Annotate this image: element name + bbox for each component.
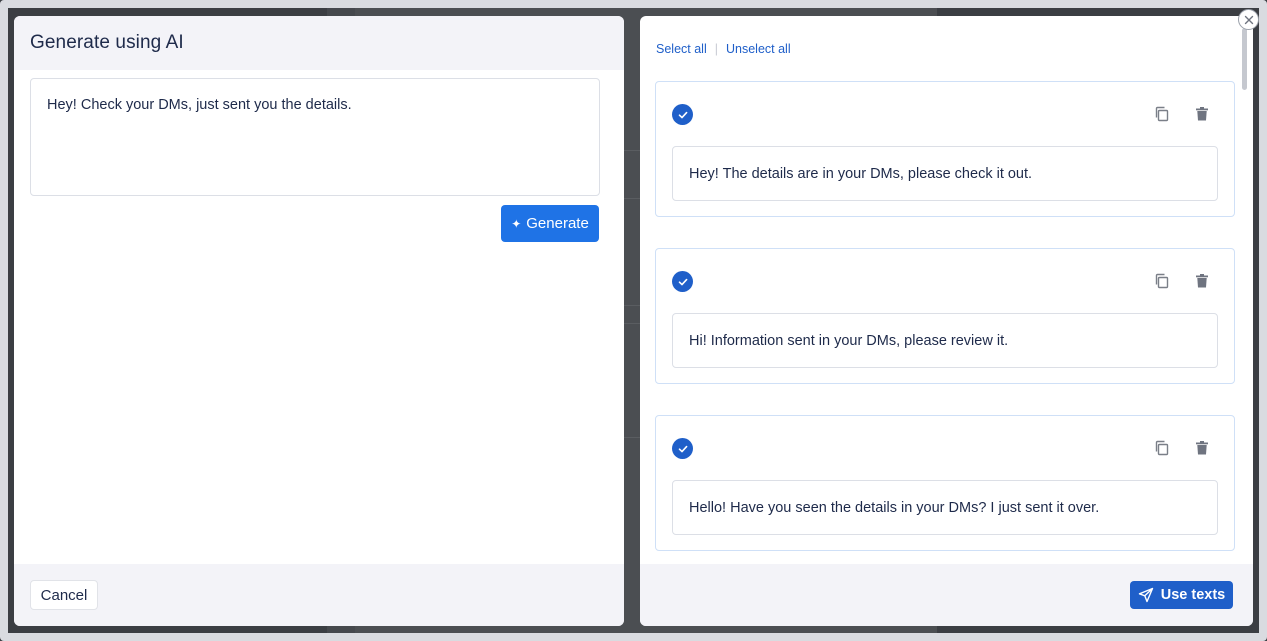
generate-panel-footer: Cancel [14, 564, 624, 626]
select-all-link[interactable]: Select all [656, 42, 707, 56]
trash-icon[interactable] [1193, 272, 1211, 290]
result-text[interactable]: Hello! Have you seen the details in your… [672, 480, 1218, 535]
generate-button[interactable]: ✦ Generate [501, 205, 599, 242]
use-texts-button[interactable]: Use texts [1130, 581, 1233, 609]
generate-panel: Generate using AI Hey! Check your DMs, j… [14, 16, 624, 626]
close-button[interactable] [1238, 9, 1259, 30]
generate-panel-header: Generate using AI [14, 16, 624, 70]
sparkle-icon: ✦ [511, 216, 522, 231]
result-card: Hi! Information sent in your DMs, please… [655, 248, 1235, 384]
use-texts-label: Use texts [1160, 587, 1226, 603]
result-text[interactable]: Hey! The details are in your DMs, please… [672, 146, 1218, 201]
prompt-input[interactable]: Hey! Check your DMs, just sent you the d… [30, 78, 600, 196]
result-card: Hey! The details are in your DMs, please… [655, 81, 1235, 217]
scrollbar[interactable] [1242, 28, 1247, 90]
send-icon [1138, 587, 1153, 603]
check-circle-icon[interactable] [672, 104, 693, 125]
panel-title: Generate using AI [30, 32, 184, 53]
unselect-all-link[interactable]: Unselect all [726, 42, 791, 56]
copy-icon[interactable] [1153, 272, 1171, 290]
copy-icon[interactable] [1153, 105, 1171, 123]
cancel-button[interactable]: Cancel [30, 580, 98, 610]
trash-icon[interactable] [1193, 439, 1211, 457]
result-text[interactable]: Hi! Information sent in your DMs, please… [672, 313, 1218, 368]
generate-button-label: Generate [526, 215, 589, 232]
check-circle-icon[interactable] [672, 271, 693, 292]
selection-controls: Select all | Unselect all [656, 42, 791, 56]
copy-icon[interactable] [1153, 439, 1171, 457]
trash-icon[interactable] [1193, 105, 1211, 123]
check-circle-icon[interactable] [672, 438, 693, 459]
results-panel: Select all | Unselect all Hey! The detai… [640, 16, 1253, 626]
results-panel-footer: Use texts [640, 564, 1253, 626]
separator: | [714, 42, 718, 56]
close-icon [1244, 15, 1253, 24]
result-card: Hello! Have you seen the details in your… [655, 415, 1235, 551]
